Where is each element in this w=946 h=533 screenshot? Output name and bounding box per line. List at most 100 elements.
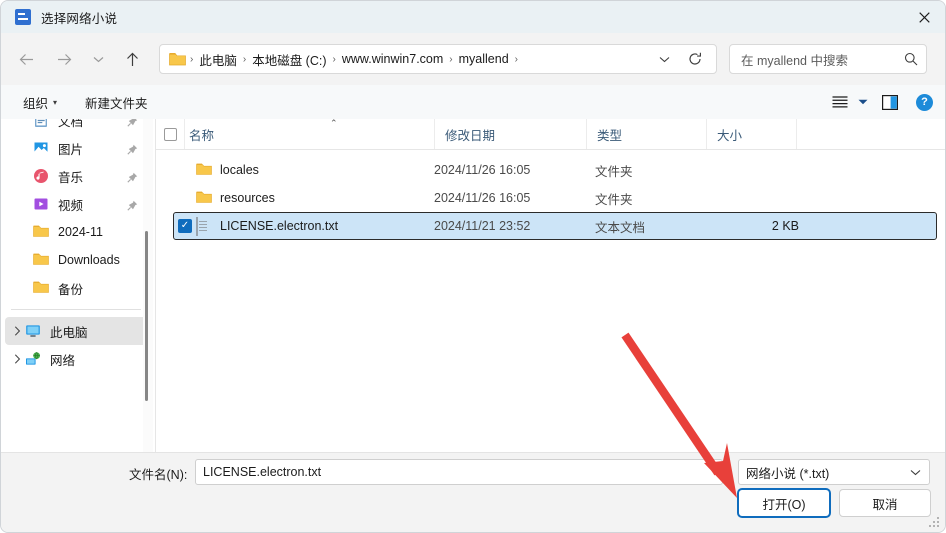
cancel-button-label: 取消: [872, 497, 898, 512]
breadcrumb[interactable]: › 此电脑 › 本地磁盘 (C:) › www.winwin7.com › my…: [159, 44, 717, 74]
row-checkbox[interactable]: ✓: [174, 219, 196, 233]
help-label: ?: [921, 96, 928, 108]
close-icon[interactable]: [901, 1, 945, 33]
breadcrumb-item-3[interactable]: myallend: [455, 52, 513, 66]
arrow-up-icon[interactable]: [117, 44, 147, 74]
music-icon: [33, 168, 49, 184]
chevron-down-icon[interactable]: [652, 45, 676, 73]
column-header-label: 名称: [189, 128, 215, 143]
title-bar: 选择网络小说: [1, 1, 945, 33]
pin-icon[interactable]: [127, 119, 138, 132]
resize-grip-icon[interactable]: [928, 516, 941, 529]
organize-button[interactable]: 组织 ▾: [15, 89, 65, 115]
list-view-icon[interactable]: [828, 95, 852, 109]
sidebar-item-music[interactable]: 音乐: [1, 162, 155, 190]
column-header-type[interactable]: 类型: [586, 119, 706, 149]
sidebar-item-label: 文档: [58, 119, 84, 129]
sidebar-scrollbar[interactable]: [143, 119, 153, 452]
filetype-dropdown[interactable]: 网络小说 (*.txt): [738, 459, 930, 485]
table-row[interactable]: ✓ LICENSE.electron.txt 2024/11/21 23:52 …: [173, 212, 937, 240]
breadcrumb-item-0[interactable]: 此电脑: [195, 50, 241, 69]
search-input[interactable]: 在 myallend 中搜索: [729, 44, 927, 74]
pin-icon[interactable]: [127, 142, 138, 160]
sidebar-item-downloads[interactable]: Downloads: [1, 246, 155, 274]
sidebar-item-videos[interactable]: 视频: [1, 190, 155, 218]
chevron-down-icon[interactable]: [858, 98, 868, 107]
chevron-down-icon: ▾: [53, 97, 58, 107]
sidebar-item-2024-11[interactable]: 2024-11: [1, 218, 155, 246]
app-window-icon: [15, 9, 31, 25]
folder-icon: [196, 162, 212, 178]
sidebar-item-label: 图片: [58, 142, 84, 157]
preview-pane-icon[interactable]: [882, 94, 898, 110]
breadcrumb-separator: ›: [190, 53, 194, 65]
folder-icon: [33, 224, 49, 240]
toolbar-right-group: ?: [828, 93, 933, 111]
sidebar-item-network[interactable]: 网络: [1, 345, 155, 373]
navigation-pane: 文档 图片 音乐 视频 2024-11 Downloads 备份 此电脑 网络: [1, 119, 155, 452]
table-row[interactable]: locales 2024/11/26 16:05 文件夹: [173, 156, 937, 184]
breadcrumb-separator: ›: [514, 53, 518, 65]
file-type: 文本文档: [595, 220, 646, 235]
pictures-icon: [33, 140, 49, 156]
chevron-right-icon[interactable]: [9, 326, 25, 336]
open-button-label: 打开(O): [762, 497, 806, 512]
file-date: 2024/11/21 23:52: [434, 219, 531, 233]
column-header-spacer: [796, 119, 945, 149]
help-icon[interactable]: ?: [916, 93, 933, 111]
refresh-icon[interactable]: [682, 45, 708, 73]
chevron-right-icon[interactable]: [9, 354, 25, 364]
documents-icon: [33, 119, 49, 128]
sidebar-item-label: 2024-11: [58, 225, 103, 239]
text-file-icon: [196, 217, 212, 236]
window-title: 选择网络小说: [41, 11, 118, 26]
filename-value: LICENSE.electron.txt: [203, 465, 322, 479]
sidebar-item-label: 音乐: [58, 170, 84, 185]
pin-icon[interactable]: [127, 170, 138, 188]
select-all-checkbox[interactable]: [156, 119, 184, 149]
arrow-right-icon[interactable]: [49, 44, 79, 74]
folder-icon: [169, 52, 186, 66]
chevron-down-icon: [910, 460, 921, 484]
sidebar-item-pictures[interactable]: 图片: [1, 134, 155, 162]
sidebar-item-label: Downloads: [58, 253, 120, 267]
sidebar-divider: [11, 309, 141, 310]
file-date: 2024/11/26 16:05: [434, 191, 531, 205]
cancel-button[interactable]: 取消: [839, 489, 931, 517]
sort-ascending-icon: ⌃: [330, 118, 338, 128]
videos-icon: [33, 196, 49, 212]
new-folder-button[interactable]: 新建文件夹: [77, 89, 156, 115]
breadcrumb-item-1[interactable]: 本地磁盘 (C:): [248, 50, 330, 69]
table-row[interactable]: resources 2024/11/26 16:05 文件夹: [173, 184, 937, 212]
file-name: locales: [220, 163, 259, 177]
breadcrumb-separator: ›: [332, 53, 336, 65]
sidebar-item-label: 此电脑: [50, 325, 88, 340]
file-type: 文件夹: [595, 164, 633, 179]
breadcrumb-separator: ›: [449, 53, 453, 65]
checkbox-icon: [163, 127, 177, 141]
open-button[interactable]: 打开(O): [738, 489, 830, 517]
sidebar-item-documents[interactable]: 文档: [1, 119, 155, 134]
breadcrumb-item-2[interactable]: www.winwin7.com: [338, 52, 447, 66]
folder-icon: [33, 280, 49, 296]
column-header-name[interactable]: 名称 ⌃: [184, 118, 434, 149]
column-header-size[interactable]: 大小: [706, 119, 796, 149]
sidebar-item-this-pc[interactable]: 此电脑: [5, 317, 151, 345]
filename-label: 文件名(N):: [129, 468, 188, 482]
column-header-label: 类型: [597, 128, 623, 143]
chevron-down-icon[interactable]: [87, 44, 109, 74]
arrow-left-icon[interactable]: [11, 44, 41, 74]
folder-icon: [33, 252, 49, 268]
pin-icon[interactable]: [127, 198, 138, 216]
column-header-date[interactable]: 修改日期: [434, 119, 586, 149]
filename-input[interactable]: LICENSE.electron.txt: [195, 459, 723, 485]
sidebar-item-label: 备份: [58, 282, 84, 297]
column-header-label: 大小: [717, 128, 743, 143]
sidebar-item-label: 网络: [50, 353, 76, 368]
sidebar-scrollbar-thumb[interactable]: [145, 231, 148, 401]
sidebar-item-backup[interactable]: 备份: [1, 274, 155, 302]
column-header-label: 修改日期: [445, 128, 496, 143]
search-icon: [904, 45, 918, 73]
this-pc-icon: [25, 323, 41, 339]
file-list: 名称 ⌃ 修改日期 类型 大小 locales 2024/11/26 16:05…: [156, 118, 945, 452]
